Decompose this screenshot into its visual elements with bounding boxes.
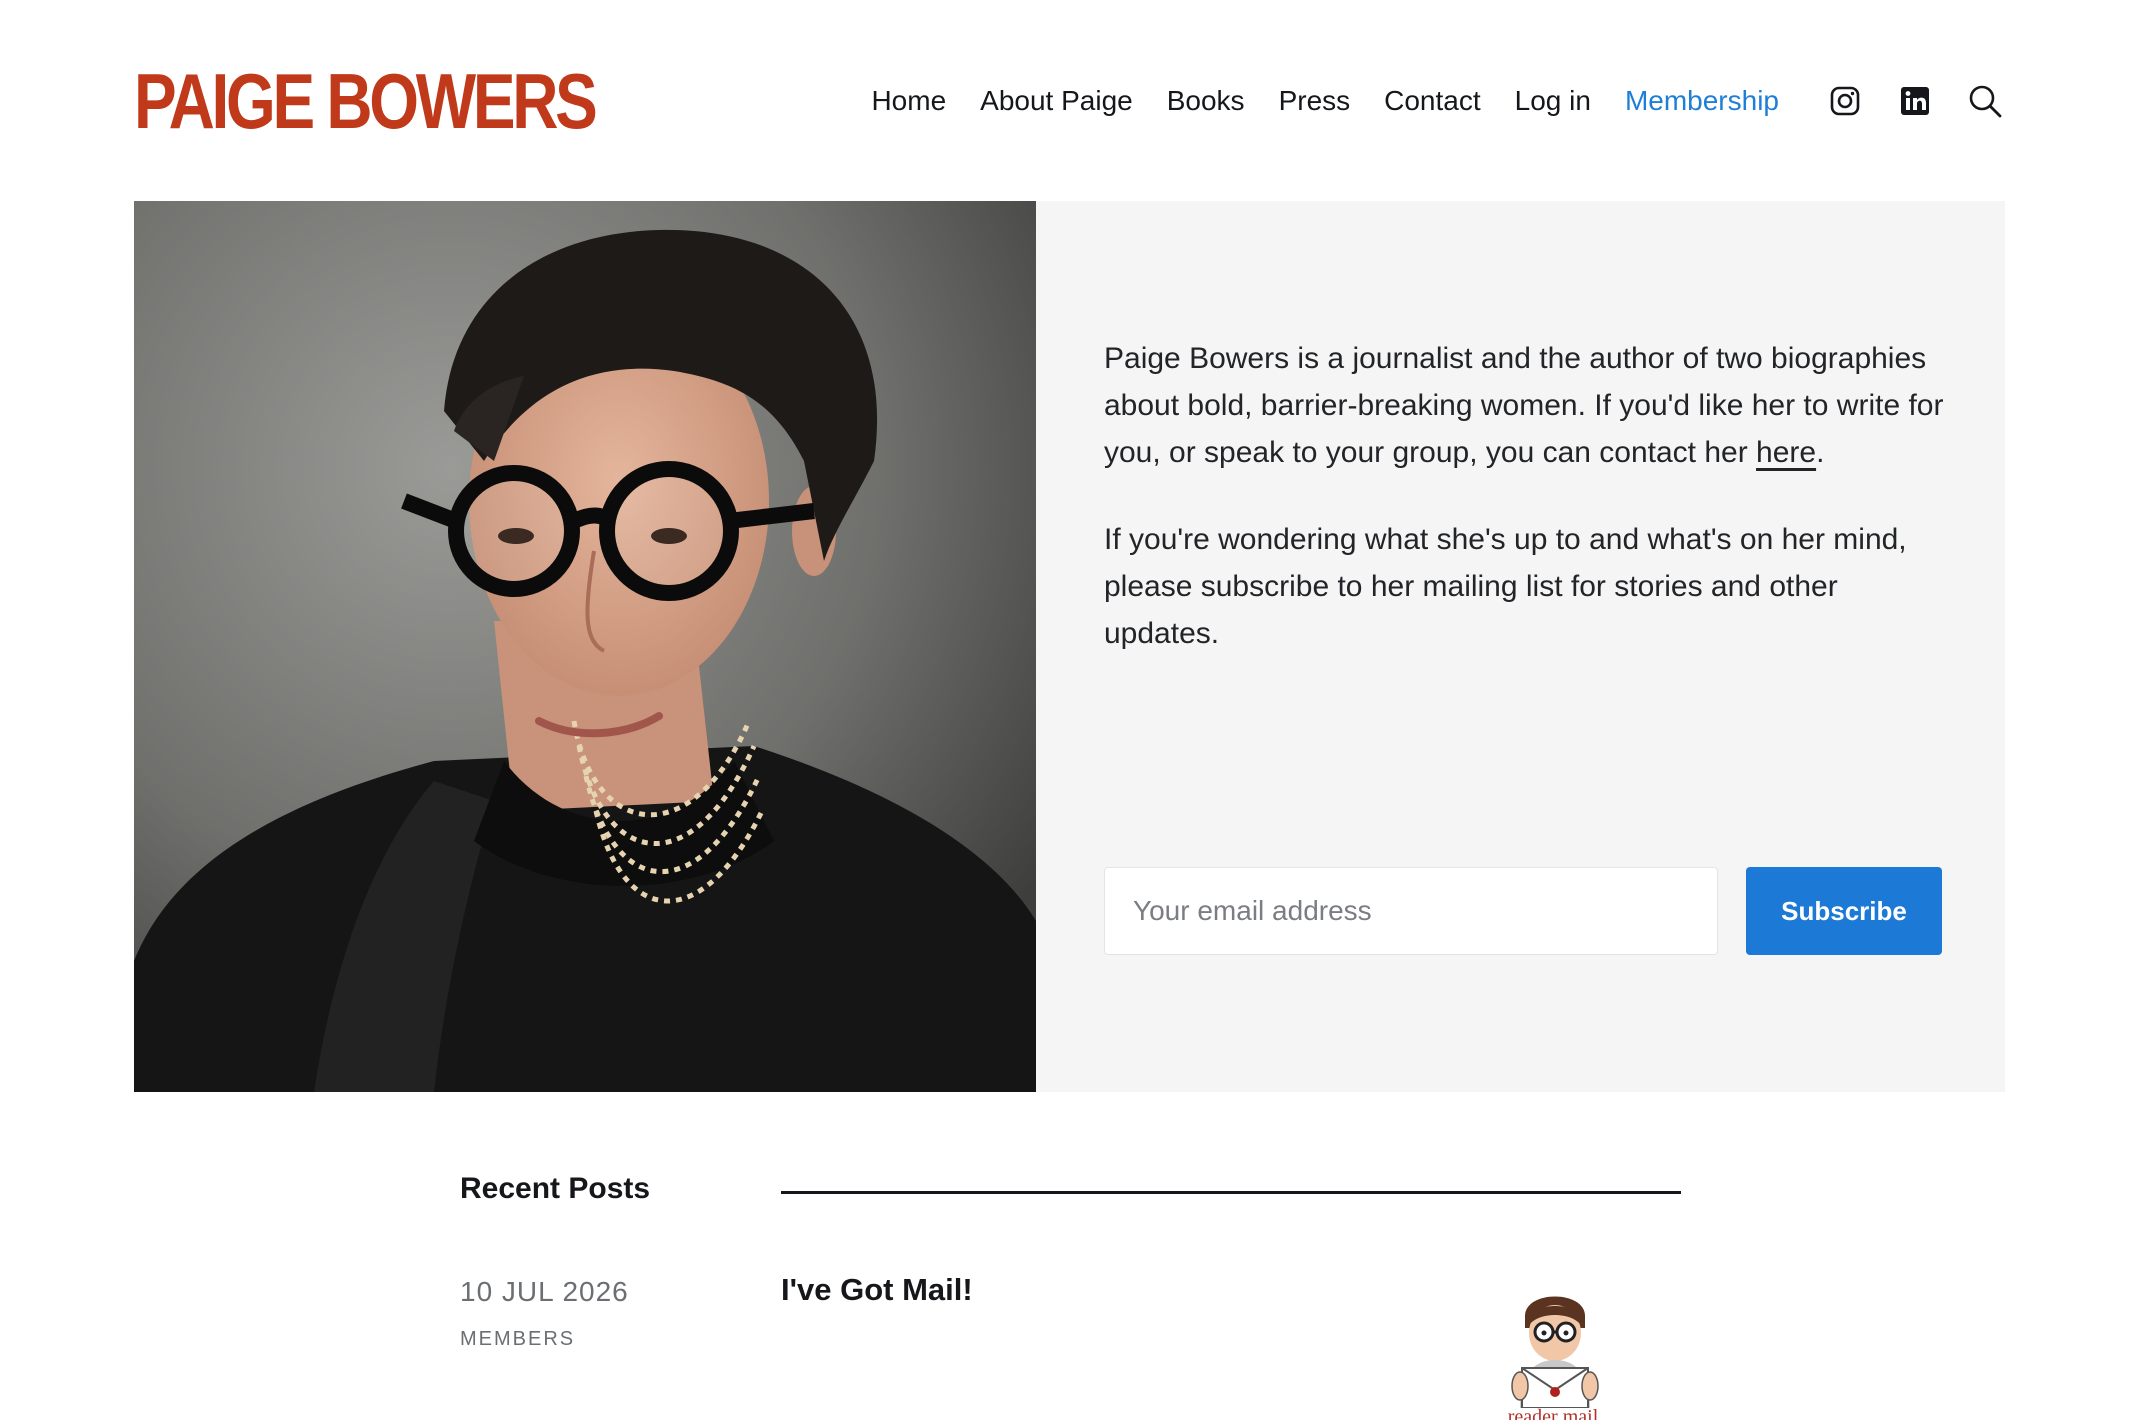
email-input[interactable]	[1104, 867, 1718, 955]
main-nav: Home About Paige Books Press Contact Log…	[837, 81, 2005, 121]
nav-contact[interactable]: Contact	[1384, 85, 1481, 117]
post-title-link[interactable]: I've Got Mail!	[781, 1272, 973, 1308]
intro-paragraph-1: Paige Bowers is a journalist and the aut…	[1104, 335, 1944, 476]
site-logo[interactable]: PAIGE BOWERS	[134, 62, 598, 140]
search-icon[interactable]	[1965, 81, 2005, 121]
hero-section: Paige Bowers is a journalist and the aut…	[134, 201, 2005, 1092]
site-header: PAIGE BOWERS Home About Paige Books Pres…	[134, 50, 2005, 152]
post-date: 10 JUL 2026	[460, 1276, 629, 1307]
subscribe-form: Subscribe	[1104, 866, 1944, 956]
intro-text: Paige Bowers is a journalist and the aut…	[1104, 335, 1944, 697]
subscribe-button[interactable]: Subscribe	[1746, 867, 1942, 955]
intro-paragraph-2: If you're wondering what she's up to and…	[1104, 523, 1907, 650]
linkedin-icon[interactable]	[1895, 81, 1935, 121]
nav-books[interactable]: Books	[1167, 85, 1245, 117]
recent-posts-heading: Recent Posts	[460, 1172, 651, 1205]
nav-log-in[interactable]: Log in	[1515, 85, 1591, 117]
nav-membership[interactable]: Membership	[1625, 85, 1779, 117]
nav-press[interactable]: Press	[1279, 85, 1351, 117]
page: PAIGE BOWERS Home About Paige Books Pres…	[0, 0, 2129, 1420]
instagram-icon[interactable]	[1825, 81, 1865, 121]
nav-about-paige[interactable]: About Paige	[980, 85, 1133, 117]
section-divider	[781, 1191, 1681, 1194]
post-tag[interactable]: MEMBERS	[460, 1328, 575, 1351]
thumbnail-caption: reader mail	[1507, 1406, 1599, 1420]
contact-here-link[interactable]: here	[1756, 436, 1816, 469]
post-thumbnail[interactable]	[1490, 1278, 1620, 1420]
intro-text-end: .	[1816, 436, 1825, 469]
nav-home[interactable]: Home	[871, 85, 946, 117]
author-portrait	[134, 201, 1036, 1092]
